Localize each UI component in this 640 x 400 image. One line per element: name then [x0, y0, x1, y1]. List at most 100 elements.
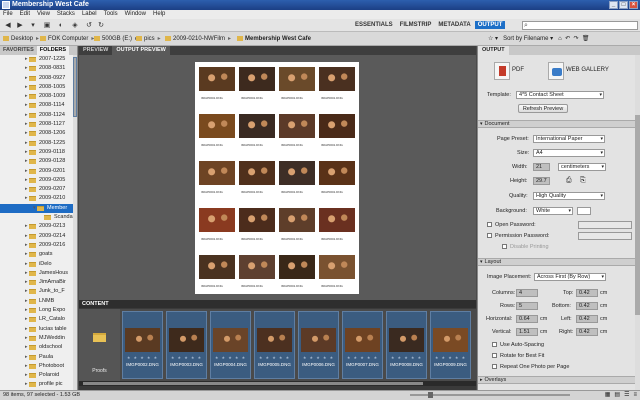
open-in-camera-raw-icon[interactable]: ◈ [70, 21, 80, 30]
expand-arrow-icon[interactable]: ▸ [25, 325, 28, 334]
unit-select[interactable]: centimeters ▾ [558, 163, 606, 171]
menu-edit[interactable]: Edit [20, 10, 30, 19]
tab-folders[interactable]: FOLDERS [36, 46, 70, 55]
tab-content[interactable]: CONTENT [79, 300, 476, 308]
maximize-button[interactable]: □ [619, 1, 628, 9]
expand-arrow-icon[interactable]: ▸ [25, 120, 28, 129]
image-placement-select[interactable]: Across First (By Row) ▾ [534, 273, 606, 281]
rotate-right-icon[interactable]: ↻ [96, 21, 106, 30]
menu-file[interactable]: File [3, 10, 13, 19]
expand-arrow-icon[interactable]: ▸ [25, 139, 28, 148]
new-folder-icon[interactable]: ⌂ [558, 36, 562, 42]
folder-tree-item[interactable]: ▸ Junk_to_F [0, 287, 77, 296]
expand-arrow-icon[interactable]: ▸ [25, 194, 28, 203]
rating-stars[interactable]: ★ ★ ★ ★ ★ [123, 355, 162, 360]
folder-tree-item[interactable]: ▸ 2008-1206 [0, 129, 77, 138]
rating-stars[interactable]: ★ ★ ★ ★ ★ [387, 355, 426, 360]
expand-arrow-icon[interactable]: ▸ [25, 371, 28, 380]
rating-stars[interactable]: ★ ★ ★ ★ ★ [167, 355, 206, 360]
expand-arrow-icon[interactable]: ▸ [25, 297, 28, 306]
bottom-margin-field[interactable]: 0.42 [576, 302, 598, 310]
open-password-checkbox[interactable]: Open Password: [487, 222, 536, 228]
top-margin-field[interactable]: 0.42 [576, 289, 598, 297]
content-thumbnail[interactable]: ★ ★ ★ ★ ★ IMGP0008.DNG [386, 311, 427, 379]
page-preset-select[interactable]: International Paper ▾ [533, 135, 605, 143]
folder-tree-item[interactable]: ▸ LNMB [0, 297, 77, 306]
menu-label[interactable]: Label [82, 10, 97, 19]
rows-field[interactable]: 5 [516, 302, 538, 310]
expand-arrow-icon[interactable]: ▸ [25, 176, 28, 185]
menu-view[interactable]: View [37, 10, 50, 19]
width-field[interactable]: 21 [533, 163, 550, 171]
list-view-icon[interactable]: ≡ [633, 391, 637, 400]
document-section-header[interactable]: ▾ Document [478, 120, 636, 128]
expand-arrow-icon[interactable]: ▸ [25, 222, 28, 231]
grid-view-icon[interactable]: ▦ [605, 391, 611, 400]
folder-tree-item[interactable]: ▸ 2008-1114 [0, 101, 77, 110]
layout-section-header[interactable]: ▾ Layout [478, 258, 636, 266]
folder-tree-item[interactable]: ▸ 2009-0201 [0, 167, 77, 176]
rotate-left-icon[interactable]: ↺ [84, 21, 94, 30]
folder-tree-item[interactable]: ▸ LR_Catalo [0, 315, 77, 324]
expand-arrow-icon[interactable]: ▸ [25, 185, 28, 194]
expand-arrow-icon[interactable]: ▸ [25, 278, 28, 287]
folder-tree-item[interactable]: ▸ 2008-0831 [0, 64, 77, 73]
expand-arrow-icon[interactable]: ▸ [25, 306, 28, 315]
expand-arrow-icon[interactable]: ▸ [25, 101, 28, 110]
folder-tree-item[interactable]: ▸ 2009-0128 [0, 157, 77, 166]
details-view-icon[interactable]: ☰ [624, 391, 629, 400]
breadcrumb-item[interactable]: pics ▸ [136, 32, 161, 46]
thumbnail-size-slider[interactable] [410, 392, 570, 398]
expand-arrow-icon[interactable]: ▸ [25, 92, 28, 101]
expand-arrow-icon[interactable]: ▸ [25, 74, 28, 83]
background-select[interactable]: White ▾ [533, 207, 573, 215]
breadcrumb-item[interactable]: 2009-0210-NWFilm ▸ [165, 32, 231, 46]
folder-tree-item[interactable]: ▸ 2008-1127 [0, 120, 77, 129]
folder-tree-item[interactable]: ▸ MJWeddin [0, 334, 77, 343]
minimize-button[interactable]: _ [609, 1, 618, 9]
tab-output[interactable]: OUTPUT [478, 46, 509, 55]
landscape-icon[interactable]: ⎘ [580, 177, 586, 185]
breadcrumb-item[interactable]: FOK Computer ▸ [40, 32, 94, 46]
portrait-icon[interactable]: ⎙ [566, 177, 572, 185]
folder-tree-item[interactable]: ▸ profile pic [0, 380, 77, 389]
folder-tree-item[interactable]: ▸ iDelo [0, 260, 77, 269]
folder-tree-item[interactable]: ▸ 2009-0207 [0, 185, 77, 194]
expand-arrow-icon[interactable]: ▸ [25, 260, 28, 269]
open-password-field[interactable] [578, 221, 632, 229]
content-thumbnail[interactable]: ★ ★ ★ ★ ★ IMGP0005.DNG [254, 311, 295, 379]
breadcrumb-item[interactable]: Desktop ▸ [3, 32, 39, 46]
expand-arrow-icon[interactable]: ▸ [25, 343, 28, 352]
delete-icon[interactable]: 🗑 [582, 36, 590, 42]
folder-tree-item[interactable]: ▸ 2009-0205 [0, 176, 77, 185]
folder-tree-item[interactable]: ▸ 2008-1005 [0, 83, 77, 92]
menu-window[interactable]: Window [125, 10, 146, 19]
folder-tree-item[interactable]: ▸ JamesHous [0, 269, 77, 278]
folder-tree-item[interactable]: ▸ 2009-0216 [0, 241, 77, 250]
thumbnail-view-icon[interactable]: ▤ [614, 391, 620, 400]
folder-tree-item[interactable]: ▸ oldschool [0, 343, 77, 352]
output-panel-scrollbar[interactable] [635, 55, 640, 390]
folder-tree-item[interactable]: ▸ lucias table [0, 325, 77, 334]
template-select[interactable]: 4*5 Contact Sheet ▾ [516, 91, 604, 99]
expand-arrow-icon[interactable]: ▸ [25, 353, 28, 362]
permission-password-checkbox[interactable]: Permission Password: [487, 233, 549, 239]
content-thumbnail[interactable]: ★ ★ ★ ★ ★ IMGP0003.DNG [166, 311, 207, 379]
breadcrumb-item[interactable]: Membership West Cafe [237, 32, 311, 46]
content-thumbnail[interactable]: ★ ★ ★ ★ ★ IMGP0004.DNG [210, 311, 251, 379]
folder-tree-item[interactable]: ▸ Long Expo [0, 306, 77, 315]
folder-tree-item[interactable]: ▸ 2009-0118 [0, 148, 77, 157]
expand-arrow-icon[interactable]: ▸ [25, 55, 28, 64]
permission-password-field[interactable] [578, 232, 632, 240]
folder-tree-item[interactable]: ▸ 2008-1225 [0, 139, 77, 148]
folder-tree-item[interactable]: Scanda [0, 213, 77, 222]
folders-scrollbar[interactable] [73, 55, 77, 390]
height-field[interactable]: 29.7 [533, 177, 550, 185]
redo-icon[interactable]: ↷ [573, 36, 578, 42]
expand-arrow-icon[interactable]: ▸ [25, 287, 28, 296]
workspace-output[interactable]: OUTPUT [474, 21, 506, 29]
folder-tree-item[interactable]: ▸ 2009-0210 [0, 194, 77, 203]
expand-arrow-icon[interactable]: ▸ [25, 241, 28, 250]
quality-select[interactable]: High Quality ▾ [533, 192, 605, 200]
folder-tree-item[interactable]: ▾ Member [0, 203, 77, 214]
